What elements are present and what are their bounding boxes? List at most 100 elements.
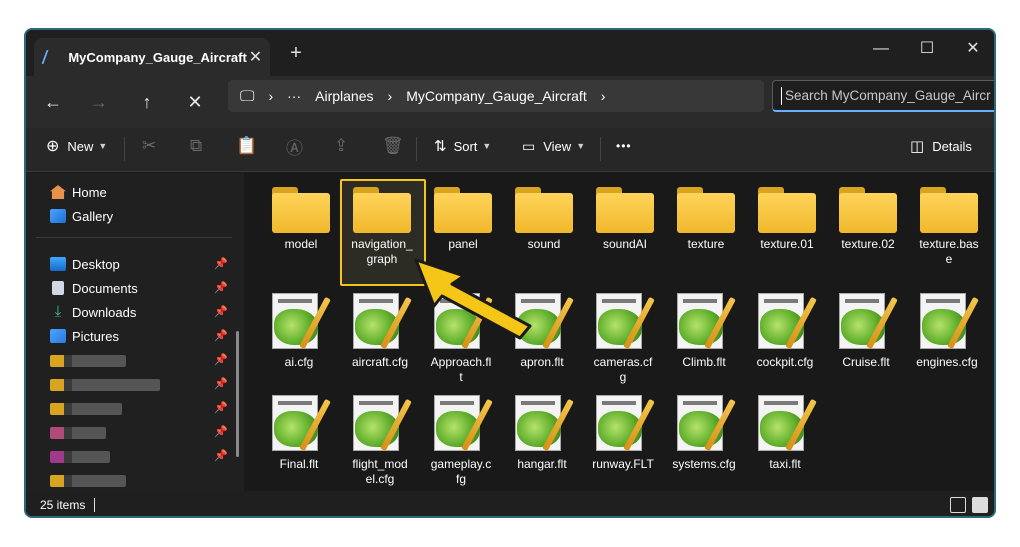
folder-item[interactable]: soundAI [586,187,664,252]
blurred-sidebar-item[interactable] [50,355,126,367]
notepad-file-icon [673,391,736,453]
notepad-file-icon [268,289,331,351]
file-item[interactable]: hangar.flt [503,391,581,472]
folder-item-selected[interactable]: navigation_ graph [343,187,421,267]
sidebar-item-downloads[interactable]: ⤓ Downloads [50,301,137,323]
cut-icon[interactable]: ✂ [142,128,156,164]
sidebar-item-label: Pictures [72,328,119,344]
tab-close-icon[interactable]: ✕ [247,47,264,67]
folder-item[interactable]: sound [505,187,583,252]
file-item[interactable]: Final.flt [260,391,338,472]
blurred-sidebar-item[interactable] [50,427,106,439]
maximize-button[interactable]: ☐ [904,34,950,64]
breadcrumb-airplanes[interactable]: Airplanes [315,88,373,104]
minimize-button[interactable]: — [858,34,904,64]
sidebar-item-label: Home [72,184,107,200]
file-item[interactable]: runway.FLT [584,391,662,472]
copy-icon[interactable]: ⧉ [190,128,202,164]
blurred-sidebar-item[interactable] [50,451,110,463]
file-item[interactable]: engines.cfg [908,289,986,370]
large-icons-view-icon[interactable] [972,497,988,513]
folder-item[interactable]: texture [667,187,745,252]
pictures-icon [50,329,66,343]
item-label: texture.01 [760,237,814,251]
folder-item[interactable]: texture.02 [829,187,907,252]
title-bar: MyCompany_Gauge_Aircraft ✕ + — ☐ ✕ [26,30,994,76]
view-button[interactable]: ▭ View ▼ [522,128,585,164]
sidebar-item-documents[interactable]: Documents [50,277,138,299]
share-icon[interactable]: ⇪ [334,128,348,164]
folder-item[interactable]: texture.01 [748,187,826,252]
folder-icon [434,187,492,233]
folder-icon [272,187,330,233]
folder-icon [758,187,816,233]
refresh-button[interactable]: ✕ [180,87,210,117]
navigation-pane: Home Gallery Desktop 📌 Documents 📌 ⤓ Dow… [26,173,244,491]
sidebar-item-label: Documents [72,280,138,296]
file-item[interactable]: aircraft.cfg [341,289,419,370]
home-icon [50,185,66,199]
item-label: navigation_ graph [351,237,413,266]
folder-item[interactable]: model [262,187,340,252]
file-item[interactable]: Climb.flt [665,289,743,370]
address-bar[interactable]: 🖵 › ··· Airplanes › MyCompany_Gauge_Airc… [228,80,764,112]
folder-icon [839,187,897,233]
sidebar-scrollbar[interactable] [236,331,239,457]
file-item[interactable]: systems.cfg [665,391,743,472]
file-item[interactable]: cameras.cf g [584,289,662,385]
blurred-sidebar-item[interactable] [50,379,160,391]
close-window-button[interactable]: ✕ [950,34,994,64]
file-item[interactable]: flight_mod el.cfg [341,391,419,487]
breadcrumb-overflow-button[interactable]: ··· [287,88,301,104]
file-list: model navigation_ graph panel sound soun… [244,173,994,491]
back-button[interactable]: ← [38,87,68,117]
file-item[interactable]: cockpit.cfg [746,289,824,370]
command-bar: ⊕ New ▼ ✂ ⧉ 📋 Ⓐ ⇪ 🗑 ⇅ Sort ▼ ▭ View ▼ ••… [26,128,994,172]
breadcrumb-separator: › [600,88,606,104]
tab-active[interactable]: MyCompany_Gauge_Aircraft ✕ [34,38,270,76]
file-item[interactable]: taxi.flt [746,391,824,472]
pin-icon: 📌 [214,258,228,270]
item-label: texture.02 [841,237,895,251]
sort-button[interactable]: ⇅ Sort ▼ [434,128,491,164]
item-label: systems.cfg [672,457,736,471]
pin-icon: 📌 [214,426,228,438]
forward-button[interactable]: → [84,87,114,117]
sidebar-item-home[interactable]: Home [50,181,107,203]
sidebar-item-pictures[interactable]: Pictures [50,325,119,347]
pin-icon: 📌 [214,354,228,366]
details-button[interactable]: ◫ Details [910,128,972,164]
notepad-file-icon [511,391,574,453]
up-button[interactable]: ↑ [132,87,162,117]
status-bar: 25 items [26,491,994,516]
folder-item[interactable]: panel [424,187,502,252]
chevron-down-icon: ▼ [482,141,492,151]
delete-icon[interactable]: 🗑 [382,128,404,164]
more-options-button[interactable]: ••• [616,128,632,164]
file-item[interactable]: gameplay.c fg [422,391,500,487]
plus-circle-icon: ⊕ [46,138,60,155]
paste-icon[interactable]: 📋 [236,128,257,164]
rename-icon[interactable]: Ⓐ [286,128,303,164]
notepad-file-icon [916,289,979,351]
sidebar-item-gallery[interactable]: Gallery [50,205,113,227]
new-tab-button[interactable]: + [284,42,308,65]
notepad-file-icon [592,391,655,453]
desktop-icon [50,257,66,271]
new-button[interactable]: ⊕ New ▼ [46,128,107,164]
item-label: Approach.fl t [430,355,492,384]
item-label: apron.flt [520,355,564,369]
breadcrumb-current-folder[interactable]: MyCompany_Gauge_Aircraft [406,88,587,104]
sidebar-item-desktop[interactable]: Desktop [50,253,120,275]
toolbar-divider [600,137,601,161]
breadcrumb-separator: › [387,88,393,104]
details-view-icon[interactable] [950,497,966,513]
blurred-sidebar-item[interactable] [50,475,126,487]
search-input[interactable]: Search MyCompany_Gauge_Aircr [772,80,994,112]
file-item[interactable]: ai.cfg [260,289,338,370]
folder-item[interactable]: texture.bas e [910,187,988,267]
notepad-file-icon [754,289,817,351]
pin-icon: 📌 [214,378,228,390]
file-item[interactable]: Cruise.flt [827,289,905,370]
blurred-sidebar-item[interactable] [50,403,122,415]
